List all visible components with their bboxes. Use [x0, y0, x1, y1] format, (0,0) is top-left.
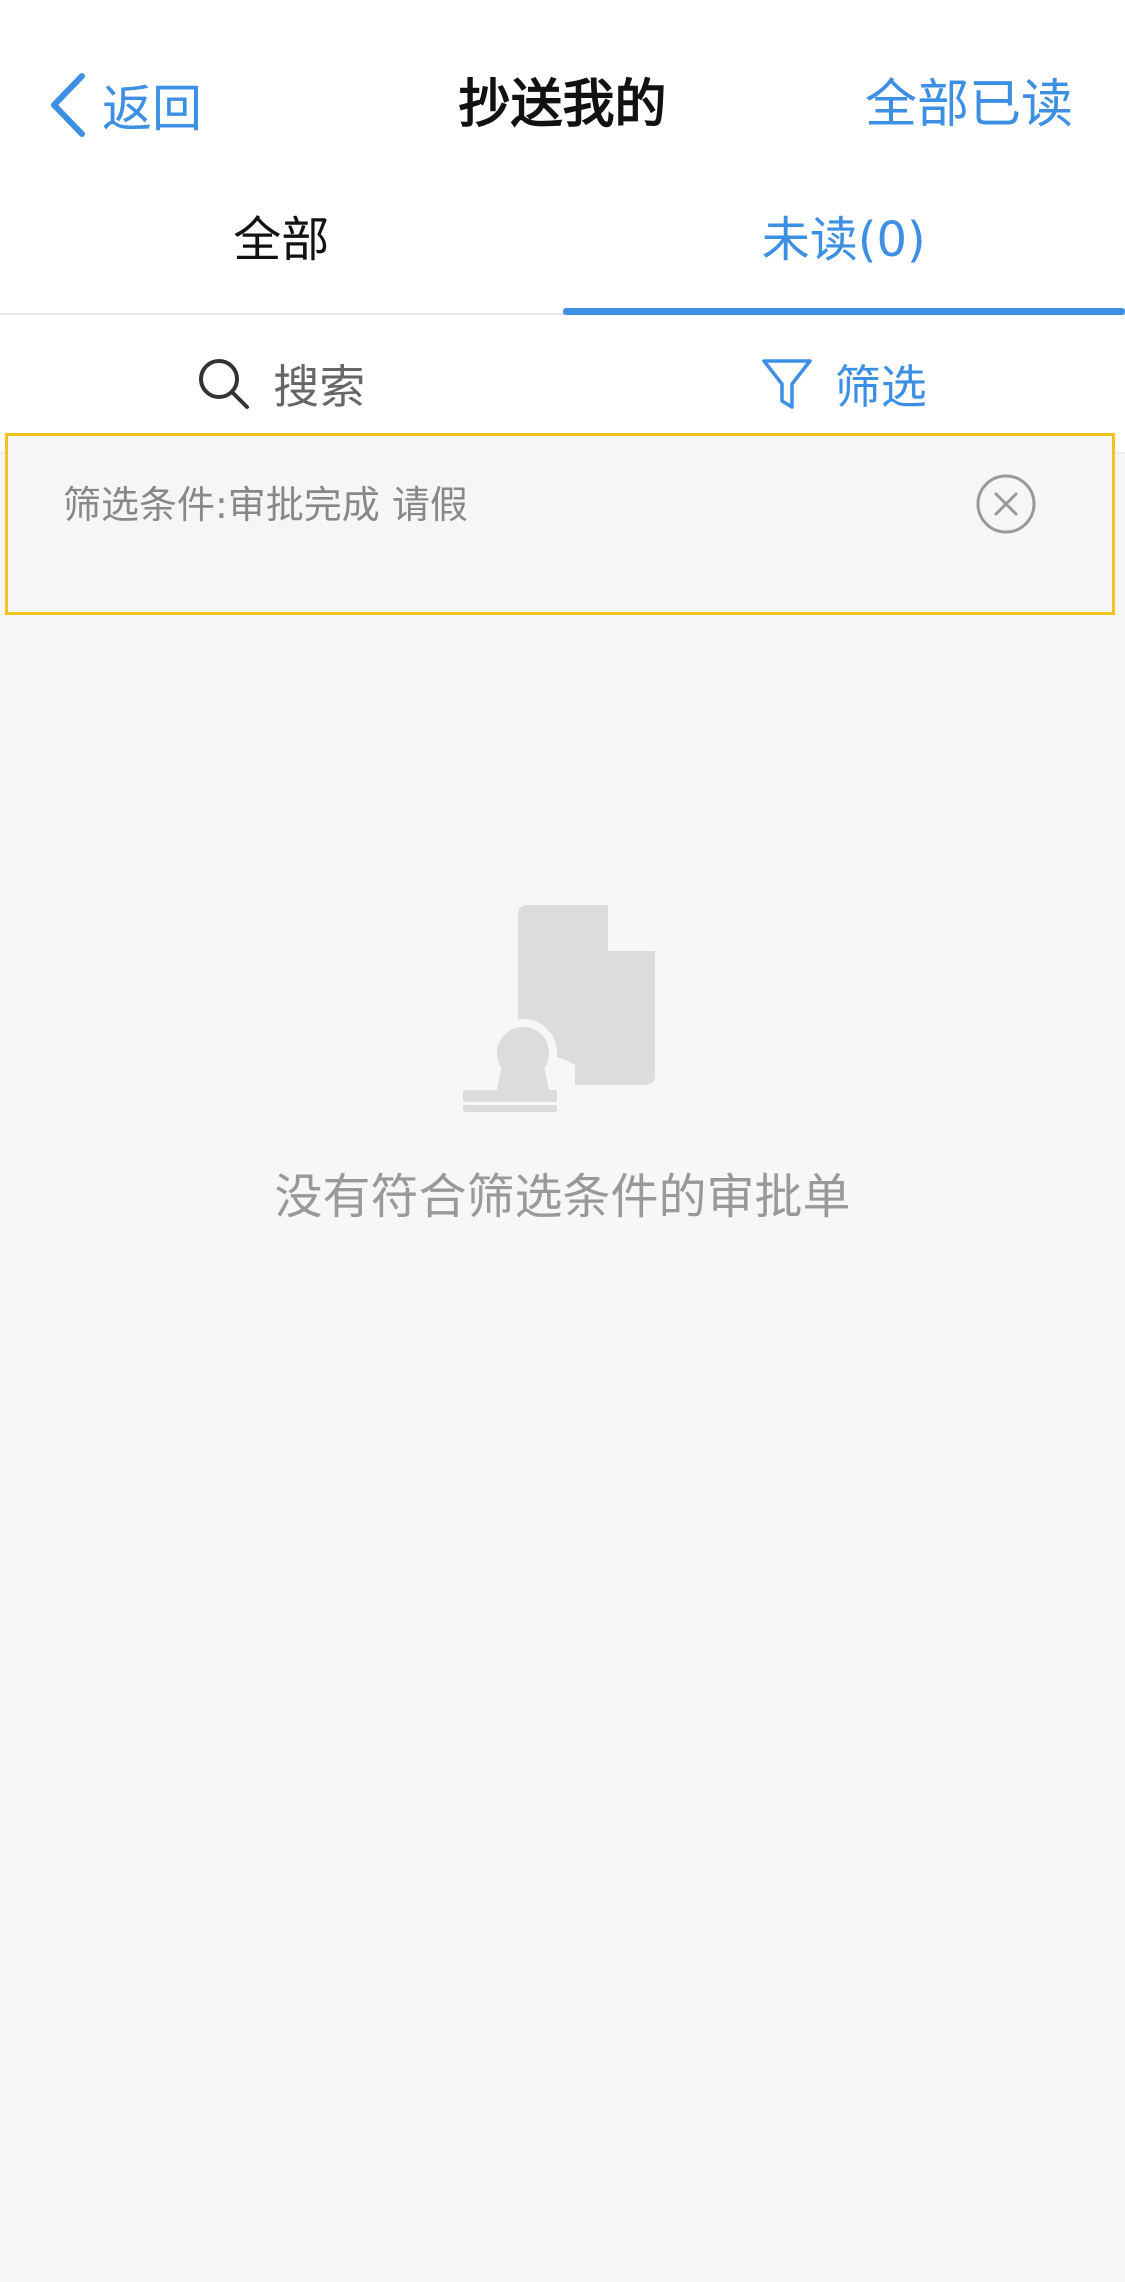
filter-button[interactable]: 筛选: [563, 315, 1125, 452]
filter-condition-text: 筛选条件:审批完成 请假: [63, 483, 468, 527]
tab-label: 全部: [233, 212, 330, 268]
active-tab-indicator: [562, 308, 1125, 315]
search-icon: [199, 358, 250, 409]
filter-condition-banner: 筛选条件:审批完成 请假: [5, 433, 1115, 615]
search-button[interactable]: 搜索: [0, 315, 563, 452]
tab-label: 未读(0): [761, 212, 926, 268]
tab-unread[interactable]: 未读(0): [562, 190, 1125, 315]
empty-document-stamp-icon: [462, 905, 655, 1112]
tab-bar: 全部 未读(0): [0, 190, 1125, 315]
tab-all[interactable]: 全部: [0, 190, 563, 313]
filter-icon: [762, 358, 812, 409]
search-label: 搜索: [273, 359, 366, 414]
filter-label: 筛选: [834, 359, 927, 414]
mark-all-read-button[interactable]: 全部已读: [865, 70, 1073, 140]
empty-state: 没有符合筛选条件的审批单: [0, 905, 1125, 1227]
navigation-bar: 返回 抄送我的 全部已读: [0, 0, 1125, 190]
clear-filter-icon[interactable]: [975, 473, 1037, 535]
empty-message: 没有符合筛选条件的审批单: [274, 1169, 851, 1225]
